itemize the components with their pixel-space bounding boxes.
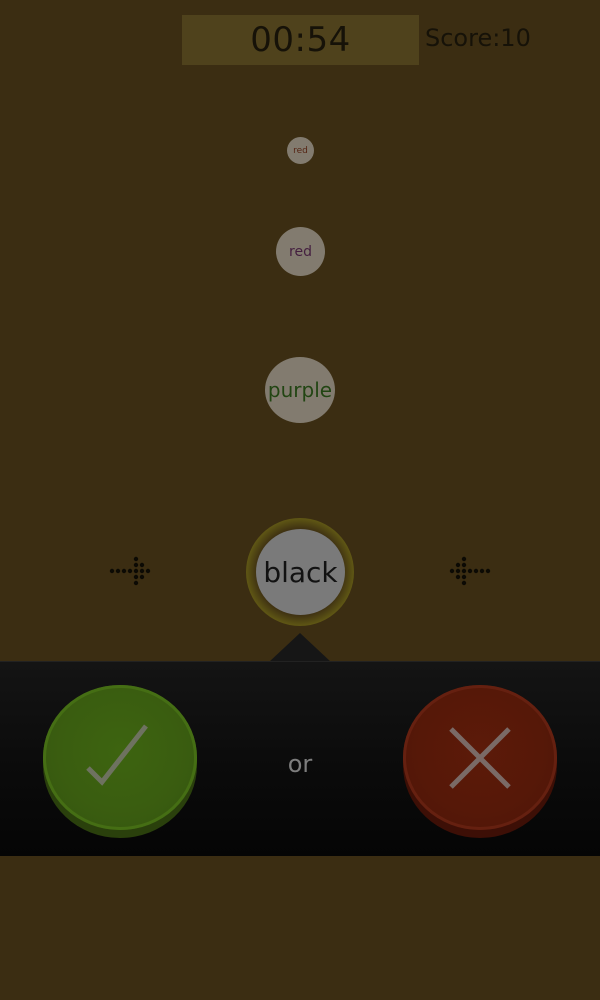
answer-panel: or [0,661,600,856]
panel-pointer [269,633,331,662]
current-word-text: black [263,555,338,589]
no-button[interactable] [403,685,557,838]
timer-text: 00:54 [250,20,351,60]
word-text: red [293,145,308,156]
dotted-arrow-right-icon [109,556,151,586]
bottom-area [0,856,600,1000]
game-screen: 00:54 Score:10 red red purple black or [0,0,600,1000]
word-bubble: red [287,137,314,164]
cross-icon [449,726,511,789]
word-text: purple [267,378,333,402]
timer-box: 00:54 [182,15,419,65]
score-label: Score:10 [425,24,531,52]
word-bubble: purple [265,357,335,423]
word-text: red [289,243,312,260]
no-button-face[interactable] [403,685,557,830]
dotted-arrow-left-icon [449,556,491,586]
word-bubble: red [276,227,325,276]
current-word-bubble: black [256,529,345,615]
